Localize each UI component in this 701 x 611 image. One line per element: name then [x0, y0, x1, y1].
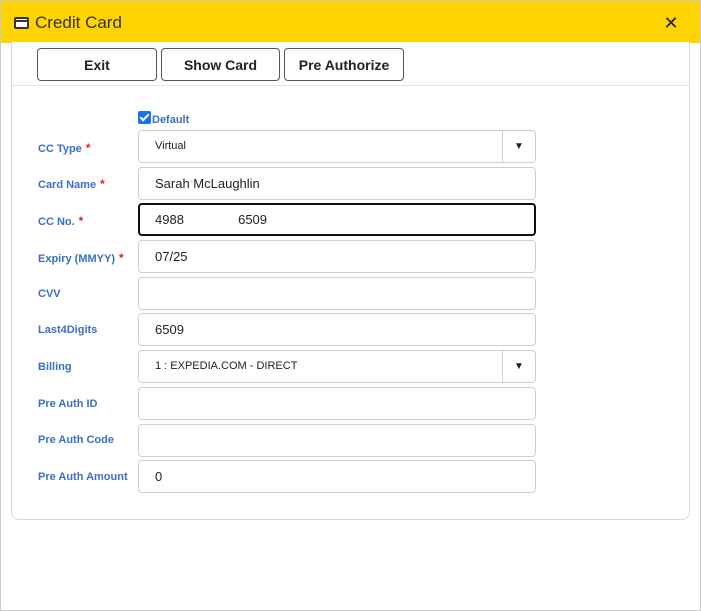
billing-label: Billing — [38, 361, 72, 373]
pre-authorize-button[interactable]: Pre Authorize — [284, 48, 404, 81]
last4-field[interactable]: 6509 — [138, 313, 536, 346]
dialog-titlebar: Credit Card ✕ — [1, 1, 700, 43]
cc-type-value: Virtual — [155, 140, 186, 152]
pre-auth-code-field[interactable] — [138, 424, 536, 457]
default-checkbox-label: Default — [152, 114, 190, 126]
required-marker: * — [85, 141, 91, 155]
pre-auth-amount-label: Pre Auth Amount — [38, 471, 128, 483]
expiry-field[interactable]: 07/25 — [138, 240, 536, 273]
show-card-button[interactable]: Show Card — [161, 48, 280, 81]
chevron-down-icon[interactable]: ▼ — [502, 131, 535, 162]
pre-auth-amount-field[interactable]: 0 — [138, 460, 536, 493]
close-icon[interactable]: ✕ — [657, 11, 685, 37]
card-name-label: Card Name * — [38, 177, 105, 191]
pre-auth-id-label: Pre Auth ID — [38, 398, 98, 410]
card-name-field[interactable]: Sarah McLaughlin — [138, 167, 536, 200]
required-marker: * — [100, 177, 105, 191]
billing-value: 1 : EXPEDIA.COM - DIRECT — [155, 360, 298, 372]
cc-number-field[interactable]: 4988 6509 — [138, 203, 536, 236]
billing-select[interactable]: 1 : EXPEDIA.COM - DIRECT ▼ — [138, 350, 536, 383]
cvv-label: CVV — [38, 288, 61, 300]
dialog-title: Credit Card — [35, 13, 122, 32]
default-checkbox[interactable] — [138, 111, 151, 124]
pre-auth-code-label: Pre Auth Code — [38, 434, 114, 446]
chevron-down-icon[interactable]: ▼ — [502, 351, 535, 382]
last4-label: Last4Digits — [38, 324, 98, 336]
cc-number-label: CC No. * — [38, 214, 84, 228]
expiry-label: Expiry (MMYY) * — [38, 251, 124, 265]
pre-auth-id-field[interactable] — [138, 387, 536, 420]
cc-type-label: CC Type * — [38, 141, 91, 155]
credit-card-icon — [14, 17, 29, 29]
cvv-field[interactable] — [138, 277, 536, 310]
exit-button[interactable]: Exit — [37, 48, 157, 81]
toolbar-divider — [12, 85, 689, 86]
required-marker: * — [78, 214, 84, 228]
cc-type-select[interactable]: Virtual ▼ — [138, 130, 536, 163]
required-marker: * — [119, 251, 124, 265]
